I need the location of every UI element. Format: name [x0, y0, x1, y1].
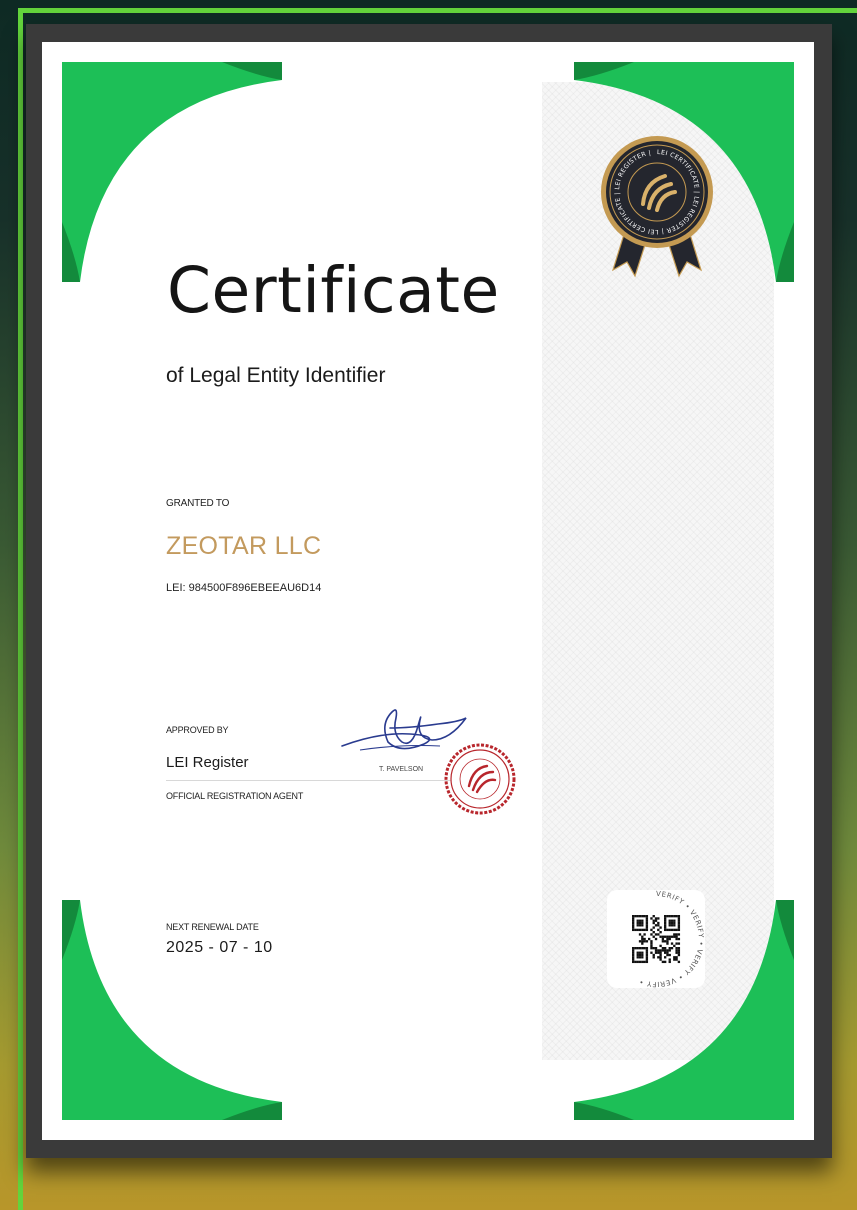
certificate-subtitle: of Legal Entity Identifier	[166, 364, 386, 387]
red-stamp-seal	[444, 743, 516, 815]
corner-ornament-top-left	[62, 62, 282, 282]
signature-line	[166, 780, 451, 781]
registration-agent-label: OFFICIAL REGISTRATION AGENT	[166, 791, 304, 801]
frame-top-line	[18, 8, 857, 13]
renewal-date-label: NEXT RENEWAL DATE	[166, 922, 259, 932]
frame-left-line	[18, 8, 23, 1210]
entity-name: ZEOTAR LLC	[166, 532, 322, 560]
approver-name: LEI Register	[166, 754, 249, 771]
corner-ornament-bottom-left	[62, 900, 282, 1120]
certificate-paper: Certificate of Legal Entity Identifier G…	[42, 42, 814, 1140]
renewal-date: 2025 - 07 - 10	[166, 939, 273, 956]
granted-to-label: GRANTED TO	[166, 498, 230, 509]
certificate-title: Certificate	[167, 254, 500, 327]
lei-certificate-seal: LEI CERTIFICATE | LEI REGISTER | LEI CER…	[601, 136, 713, 278]
lei-code: LEI: 984500F896EBEEAU6D14	[166, 582, 322, 594]
verification-qr-code[interactable]: VERIFY • VERIFY • VERIFY • VERIFY •	[607, 890, 705, 988]
approved-by-label: APPROVED BY	[166, 725, 229, 735]
signer-name: T. PAVELSON	[379, 766, 424, 773]
qr-code-icon	[632, 915, 681, 964]
